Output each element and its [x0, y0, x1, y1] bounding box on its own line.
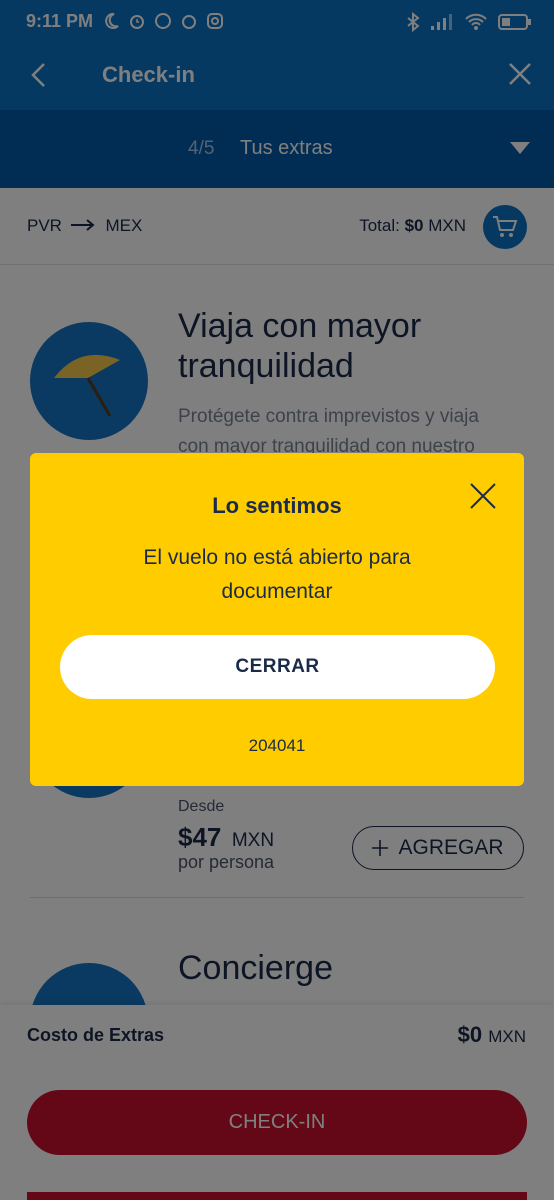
error-dialog: Lo sentimos El vuelo no está abierto par…	[30, 453, 524, 786]
error-code: 204041	[248, 736, 306, 755]
close-icon[interactable]	[468, 481, 498, 511]
dialog-message-line: El vuelo no está abierto para	[143, 546, 411, 569]
dialog-title: Lo sentimos	[212, 493, 342, 518]
close-button[interactable]: CERRAR	[60, 635, 495, 699]
dialog-message-line: documentar	[221, 580, 333, 603]
dialog-message: El vuelo no está abierto para documentar	[90, 541, 464, 609]
